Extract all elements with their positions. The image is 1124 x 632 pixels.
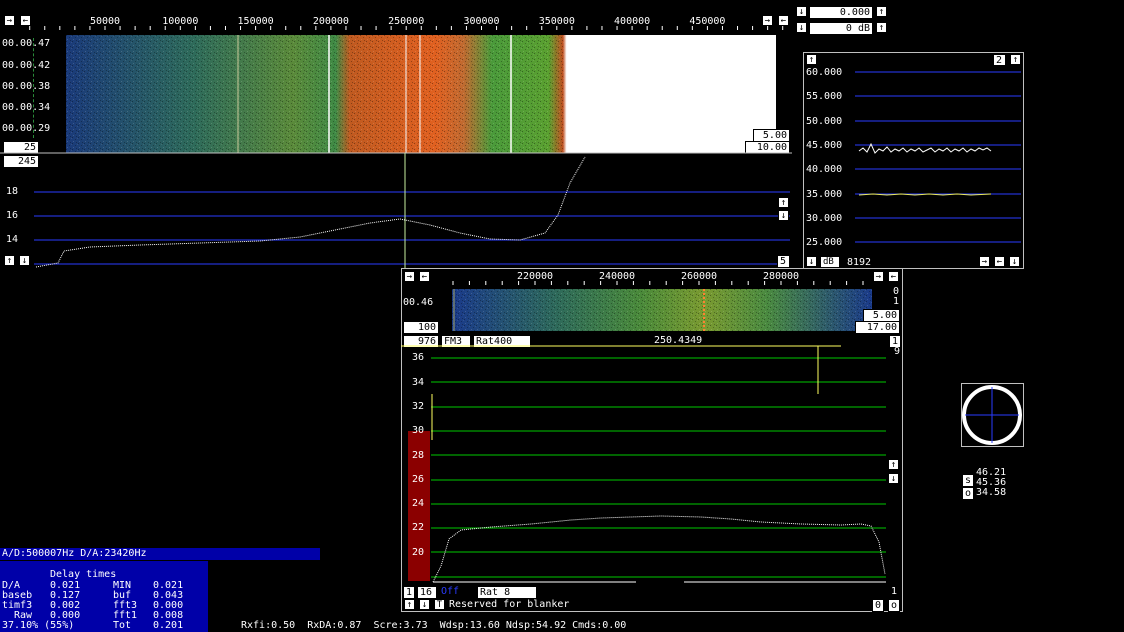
hires-off-label[interactable]: Off [441,586,459,597]
freq-tick-label: 220000 [517,271,553,282]
freq-tick-label: 50000 [90,16,120,27]
time-label: 00.00.38 [2,81,51,92]
freq-tick-label: 150000 [238,16,274,27]
freq-tick-label: 250000 [388,16,424,27]
spec-y-label: 18 [6,186,19,197]
delay-title: Delay times [50,569,117,580]
hires-y-label: 34 [412,377,425,388]
hires-y-label: 24 [412,498,425,509]
time-label: 00.00.47 [2,38,51,49]
hires-zero-box[interactable]: 17.00 [855,321,900,334]
hires-bottom-down-button[interactable]: ↓ [419,599,430,610]
main-waterfall-marker [33,38,34,138]
main-waterfall-image [66,35,776,153]
power-y-label: 55.000 [806,91,843,102]
power-y-label: 45.000 [806,140,843,151]
main-frequency-scale: 50000 100000 150000 200000 250000 300000 35000… [29,16,784,30]
hires-y-label: 30 [412,425,425,436]
hires-bottom-one: 1 [891,586,898,597]
power-down2-button[interactable]: ↓ [1009,256,1020,267]
s-meter-value-3: 34.58 [976,487,1007,498]
s-meter-dial [962,385,1022,445]
spec-up-button[interactable]: ↑ [778,197,789,208]
power-y-label: 35.000 [806,189,843,200]
main-spectrum [0,152,792,269]
hires-y-label: 32 [412,401,425,412]
time-label: 00.00.29 [2,123,51,134]
hires-bottom-box-16[interactable]: 16 [417,586,437,599]
time-label: 00.00.34 [2,102,51,113]
spec-corner-box[interactable]: 5 [777,255,790,268]
gain-value-box[interactable]: 0.000 [809,6,873,19]
power-y-label: 60.000 [806,67,843,78]
hires-bottom-right-0[interactable]: 0 [872,599,884,612]
hires-bottom-t-button[interactable]: T [434,599,445,610]
power-y-label: 30.000 [806,213,843,224]
ad-da-bar: A/D:500007Hz D/A:23420Hz [0,548,320,560]
hires-y-label: 26 [412,474,425,485]
hires-bottom-up-button[interactable]: ↑ [404,599,415,610]
gain-left-button[interactable]: ↓ [796,6,807,17]
hires-spectrum [401,345,886,583]
db-right-button[interactable]: ↑ [876,22,887,33]
s-meter-o-button[interactable]: o [962,487,974,500]
hires-avg-box[interactable]: 100 [403,321,439,334]
gain-right-button[interactable]: ↑ [876,6,887,17]
hires-y-label: 20 [412,547,425,558]
spec-down-left-button[interactable]: ↓ [19,255,30,266]
power-size-label: 8192 [847,257,872,268]
hires-time-label: 00.46 [403,297,434,308]
hires-rat-bottom-box[interactable]: Rat 8 [477,586,537,599]
hires-bottom-right-o[interactable]: o [888,599,900,612]
freq-tick-label: 200000 [313,16,349,27]
tot-label: Tot [113,620,132,631]
spec-down-button[interactable]: ↓ [778,210,789,221]
power-y-label: 40.000 [806,164,843,175]
hires-waterfall-image [452,289,872,331]
spec-y-label: 14 [6,234,19,245]
hires-frequency-scale: 220000 240000 260000 280000 [452,271,864,285]
db-left-button[interactable]: ↓ [796,22,807,33]
power-left-button[interactable]: ← [994,256,1005,267]
power-y-label: 25.000 [806,237,843,248]
freq-tick-label: 240000 [599,271,635,282]
spec-y-label: 16 [6,210,19,221]
hires-down-button[interactable]: ↓ [888,473,899,484]
time-label: 00.00.42 [2,60,51,71]
hires-bottom-box-1[interactable]: 1 [403,586,415,599]
freq-tick-label: 280000 [763,271,799,282]
spec-up-left-button[interactable]: ↑ [4,255,15,266]
s-meter-s-button[interactable]: s [962,474,974,487]
hires-up-button[interactable]: ↑ [888,459,899,470]
cpu-load: 37.10% (55%) [2,620,75,631]
db-value-box[interactable]: 0 dB [809,22,873,35]
freq-tick-label: 450000 [689,16,725,27]
power-y-label: 50.000 [806,116,843,127]
freq-tick-label: 100000 [162,16,198,27]
power-right-button[interactable]: → [979,256,990,267]
power-db-button[interactable]: dB [820,256,840,268]
tot-value: 0.201 [153,620,184,631]
hires-y-label: 28 [412,450,425,461]
freq-tick-label: 400000 [614,16,650,27]
hires-right-one: 1 [893,296,900,307]
freq-tick-label: 300000 [463,16,499,27]
delay-panel: Delay times D/A 0.021 MIN 0.021 baseb 0.… [0,561,208,632]
freq-tick-label: 260000 [681,271,717,282]
power-down-button[interactable]: ↓ [806,256,817,267]
hires-y-label: 36 [412,352,425,363]
bottom-status-line: Rxfi:0.50 RxDA:0.87 Scre:3.73 Wdsp:13.60… [241,620,627,631]
hires-blanker-text: Reserved for blanker [449,599,570,610]
ad-da-text: A/D:500007Hz D/A:23420Hz [2,548,147,559]
freq-tick-label: 350000 [539,16,575,27]
hires-y-label: 22 [412,522,425,533]
